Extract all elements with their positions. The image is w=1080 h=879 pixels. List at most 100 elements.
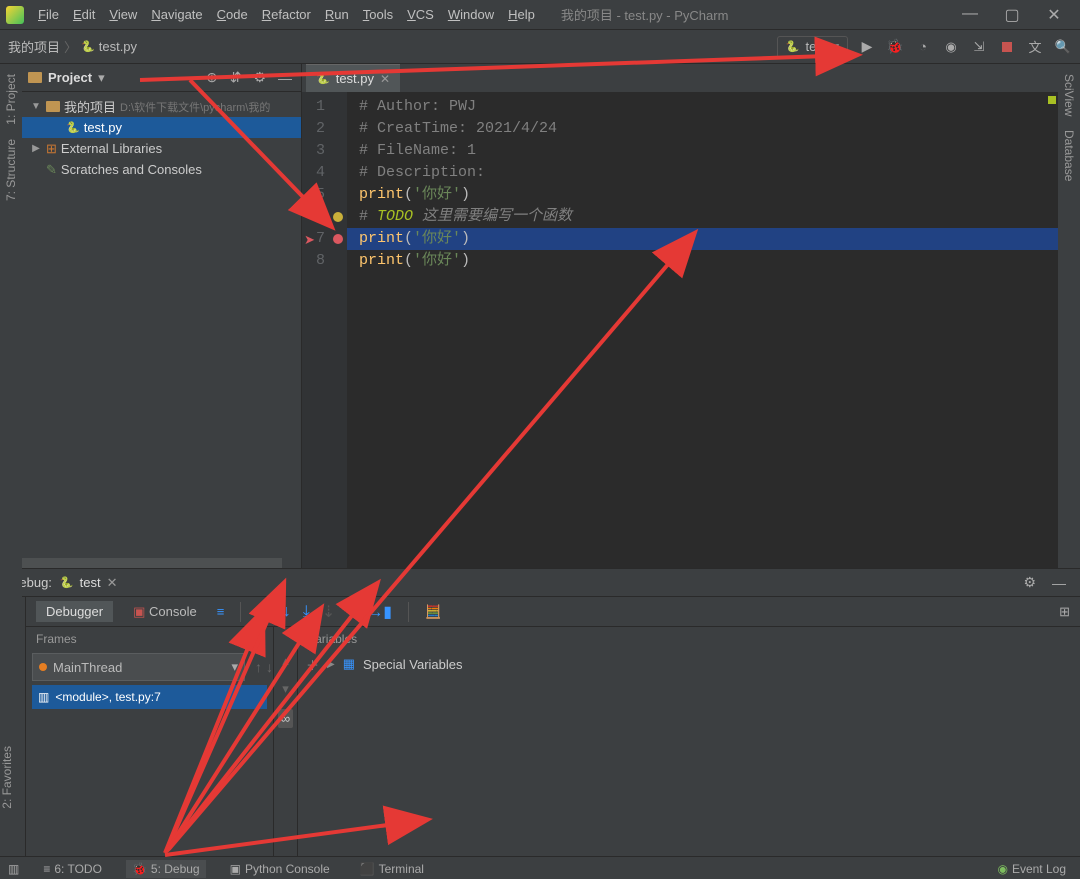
window-title: 我的项目 - test.py - PyCharm (541, 5, 958, 24)
code-line[interactable]: # Author: PWJ (347, 96, 1058, 118)
database-tool-button[interactable]: Database (1062, 124, 1076, 187)
line-number[interactable]: 8 (302, 250, 347, 272)
force-step-into-button[interactable]: ⇣ (322, 602, 335, 622)
breadcrumb-file[interactable]: test.py (99, 39, 137, 54)
minimize-button[interactable]: — (958, 5, 982, 25)
profile-button[interactable]: ◉ (942, 38, 960, 56)
sciview-tool-button[interactable]: SciView (1062, 68, 1076, 122)
line-number[interactable]: 2 (302, 118, 347, 140)
line-number[interactable]: 1 (302, 96, 347, 118)
close-session-button[interactable]: ✕ (107, 575, 118, 591)
thread-selector[interactable]: MainThread ▾ (32, 653, 245, 681)
run-button[interactable]: ▶ (858, 38, 876, 56)
menu-run[interactable]: Run (319, 7, 355, 22)
step-over-button[interactable]: ↷ (257, 602, 270, 622)
expand-all-button[interactable]: ⇵ (227, 69, 245, 86)
code-line[interactable]: print('你好') (347, 228, 1058, 250)
tree-item-Scratches-and-Consoles[interactable]: ✎Scratches and Consoles (22, 159, 301, 180)
code-line[interactable]: print('你好') (347, 184, 1058, 206)
close-tab-button[interactable]: ✕ (380, 72, 390, 86)
python-console-tool-button[interactable]: ▣Python Console (224, 860, 336, 878)
line-number[interactable]: 7➤ (302, 228, 347, 250)
close-button[interactable]: ✕ (1042, 5, 1066, 25)
coverage-button[interactable]: ◔ (914, 38, 932, 56)
search-everywhere-button[interactable]: 🔍 (1054, 38, 1072, 56)
code-line[interactable]: # CreatTime: 2021/4/24 (347, 118, 1058, 140)
warning-stripe-icon[interactable] (1048, 96, 1056, 104)
code-line[interactable]: print('你好') (347, 250, 1058, 272)
maximize-button[interactable]: ▢ (1000, 5, 1024, 25)
tree-item--[interactable]: ▼我的项目 D:\软件下载文件\pycharm\我的 (22, 96, 301, 117)
console-tab[interactable]: ▣ Console (125, 601, 205, 623)
expand-arrow-icon[interactable]: ▶ (327, 659, 335, 670)
menu-help[interactable]: Help (502, 7, 541, 22)
hide-debug-button[interactable]: — (1048, 575, 1070, 591)
layout-settings-button[interactable]: ⊞ (1059, 604, 1070, 620)
breakpoint-icon[interactable] (333, 234, 343, 244)
step-into-my-code-button[interactable]: ⤓ (303, 603, 310, 621)
stack-frame[interactable]: ▥ <module>, test.py:7 (32, 685, 267, 709)
terminal-tool-button[interactable]: ⬛Terminal (354, 860, 430, 878)
debug-button[interactable]: 🐞 (886, 38, 904, 56)
todo-tool-button[interactable]: ≡6: TODO (37, 860, 108, 878)
step-out-button[interactable]: ↑ (347, 603, 355, 621)
next-frame-button[interactable]: ↓ (266, 659, 273, 675)
variables-row[interactable]: ＋ ▶ ▦ Special Variables (298, 651, 1080, 677)
favorites-tool-button[interactable]: 2: Favorites (0, 740, 14, 815)
editor-gutter[interactable]: 1234567➤8 (302, 92, 347, 568)
tree-item-test-py[interactable]: 🐍test.py (22, 117, 301, 138)
todo-marker-icon[interactable] (333, 212, 343, 222)
menu-edit[interactable]: Edit (67, 7, 101, 22)
code-line[interactable]: # Description: (347, 162, 1058, 184)
menu-view[interactable]: View (103, 7, 143, 22)
menu-refactor[interactable]: Refactor (256, 7, 317, 22)
debug-session-tab[interactable]: 🐍 test ✕ (60, 575, 118, 591)
chevron-down-icon[interactable]: ▾ (98, 70, 105, 86)
step-into-button[interactable]: ↓ (283, 603, 291, 621)
horizontal-scrollbar[interactable] (22, 558, 282, 568)
event-log-button[interactable]: ◉Event Log (991, 860, 1072, 878)
line-number[interactable]: 6 (302, 206, 347, 228)
thread-name: MainThread (53, 660, 122, 675)
editor-tab[interactable]: 🐍 test.py ✕ (306, 64, 400, 92)
code-line[interactable]: # TODO 这里需要编写一个函数 (347, 206, 1058, 228)
line-number[interactable]: 3 (302, 140, 347, 162)
stop-button[interactable] (998, 38, 1016, 56)
project-tool-button[interactable]: 1: Project (4, 68, 18, 131)
menu-file[interactable]: File (32, 7, 65, 22)
menu-window[interactable]: Window (442, 7, 500, 22)
line-number[interactable]: 5 (302, 184, 347, 206)
up-arrow-icon[interactable]: ▴ (282, 653, 289, 669)
menu-code[interactable]: Code (211, 7, 254, 22)
tree-item-External-Libraries[interactable]: ▶⊞External Libraries (22, 138, 301, 159)
python-file-icon: 🐍 (786, 40, 800, 53)
code-line[interactable]: # FileName: 1 (347, 140, 1058, 162)
attach-button[interactable]: ⇲ (970, 38, 988, 56)
project-tree[interactable]: ▼我的项目 D:\软件下载文件\pycharm\我的🐍test.py▶⊞Exte… (22, 92, 301, 568)
evaluate-expression-button[interactable]: 🧮 (425, 604, 441, 620)
debug-settings-button[interactable]: ⚙ (1019, 574, 1040, 591)
add-watch-button[interactable]: ＋ (306, 655, 319, 674)
line-number[interactable]: 4 (302, 162, 347, 184)
debug-tool-button[interactable]: 🐞5: Debug (126, 860, 206, 878)
menu-tools[interactable]: Tools (357, 7, 399, 22)
breadcrumb-project[interactable]: 我的项目 (8, 37, 60, 56)
threads-icon[interactable]: ≡ (217, 604, 225, 619)
run-to-cursor-button[interactable]: →▮ (367, 602, 392, 622)
menu-navigate[interactable]: Navigate (145, 7, 208, 22)
link-icon[interactable]: ∞ (278, 709, 293, 728)
menu-vcs[interactable]: VCS (401, 7, 440, 22)
structure-tool-button[interactable]: 7: Structure (4, 133, 18, 207)
breadcrumb[interactable]: 我的项目 〉 🐍 test.py (8, 37, 137, 56)
settings-icon[interactable]: ⚙ (250, 69, 269, 86)
code-area[interactable]: # Author: PWJ# CreatTime: 2021/4/24# Fil… (347, 92, 1058, 568)
code-editor[interactable]: 1234567➤8 # Author: PWJ# CreatTime: 2021… (302, 92, 1058, 568)
prev-frame-button[interactable]: ↑ (255, 659, 262, 675)
translate-icon[interactable]: 文 (1026, 38, 1044, 56)
hide-button[interactable]: — (275, 70, 295, 86)
run-config-selector[interactable]: 🐍 test ▾ (777, 36, 848, 58)
locate-button[interactable]: ⊕ (203, 69, 221, 86)
show-tool-windows-button[interactable]: ▥ (8, 862, 19, 876)
debugger-tab[interactable]: Debugger (36, 601, 113, 622)
down-arrow-icon[interactable]: ▾ (282, 681, 289, 697)
